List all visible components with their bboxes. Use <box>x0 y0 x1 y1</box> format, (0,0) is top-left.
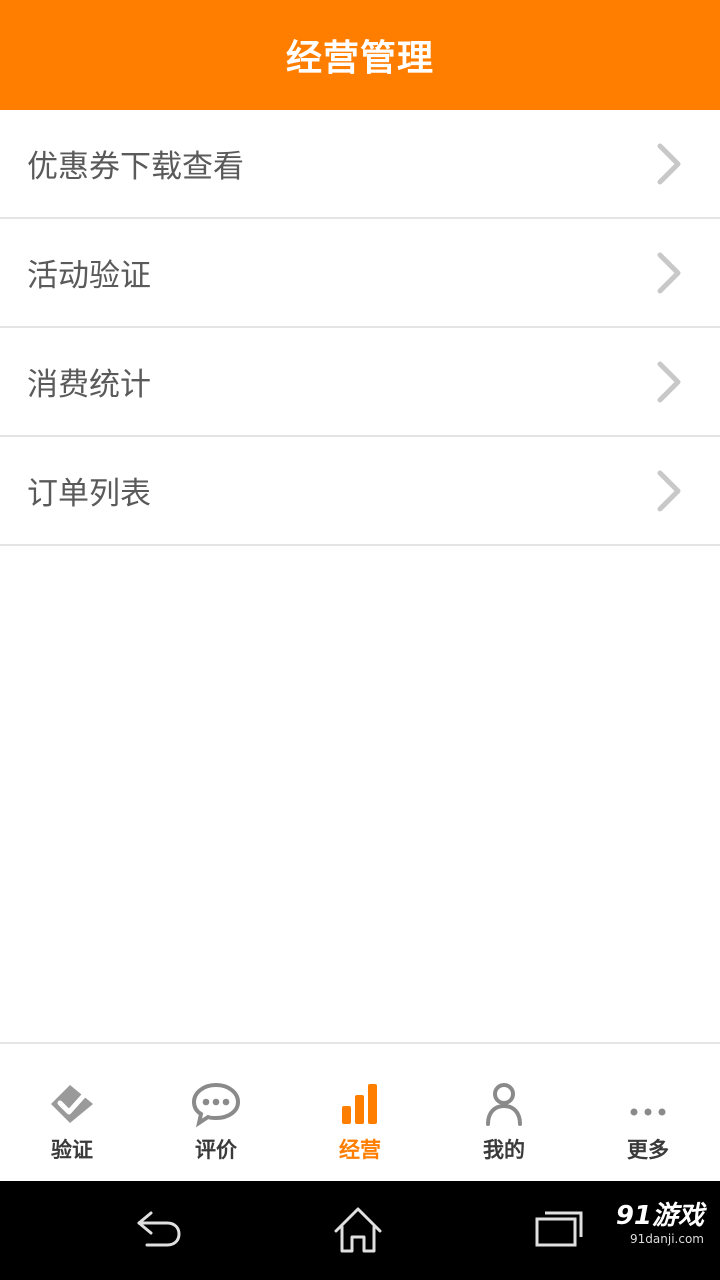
person-icon <box>486 1083 522 1126</box>
tab-mine[interactable]: 我的 <box>432 1044 576 1181</box>
bottom-tab-bar: 验证 评价 经营 我的 更多 <box>0 1042 720 1181</box>
menu-item-label: 订单列表 <box>27 476 151 512</box>
system-nav-bar: 91游戏 91danji.com <box>0 1181 720 1280</box>
chevron-right-icon <box>657 252 681 293</box>
menu-item-order-list[interactable]: 订单列表 <box>0 437 720 546</box>
watermark-logo: 91游戏 91danji.com <box>616 1201 704 1247</box>
home-icon[interactable] <box>330 1203 386 1259</box>
tab-review[interactable]: 评价 <box>144 1044 288 1181</box>
title-bar: 经营管理 <box>0 0 720 110</box>
menu-list: 优惠券下载查看 活动验证 消费统计 订单列表 <box>0 110 720 546</box>
tab-more[interactable]: 更多 <box>576 1044 720 1181</box>
tab-label: 我的 <box>483 1138 525 1162</box>
menu-item-activity-verify[interactable]: 活动验证 <box>0 219 720 328</box>
more-dots-icon <box>630 1108 666 1116</box>
page-title: 经营管理 <box>285 38 434 79</box>
bar-chart-icon <box>342 1084 377 1124</box>
tab-label: 更多 <box>627 1138 669 1162</box>
watermark-sub: 91danji.com <box>630 1232 704 1246</box>
menu-item-label: 活动验证 <box>27 258 151 294</box>
tab-business[interactable]: 经营 <box>288 1044 432 1181</box>
tab-verify[interactable]: 验证 <box>0 1044 144 1181</box>
watermark-main: 91游戏 <box>615 1201 704 1231</box>
chevron-right-icon <box>657 361 681 402</box>
menu-item-label: 优惠券下载查看 <box>27 149 244 185</box>
verify-check-icon <box>51 1085 93 1123</box>
menu-item-coupon-download[interactable]: 优惠券下载查看 <box>0 110 720 219</box>
chevron-right-icon <box>657 470 681 511</box>
tab-label: 评价 <box>195 1138 237 1162</box>
menu-item-label: 消费统计 <box>27 367 151 403</box>
chevron-right-icon <box>657 143 681 184</box>
tab-label: 经营 <box>339 1138 381 1162</box>
back-icon[interactable] <box>129 1203 185 1259</box>
chat-bubble-icon <box>191 1082 241 1128</box>
menu-item-consumption-stats[interactable]: 消费统计 <box>0 328 720 437</box>
tab-label: 验证 <box>51 1138 93 1162</box>
recent-apps-icon[interactable] <box>531 1203 587 1259</box>
